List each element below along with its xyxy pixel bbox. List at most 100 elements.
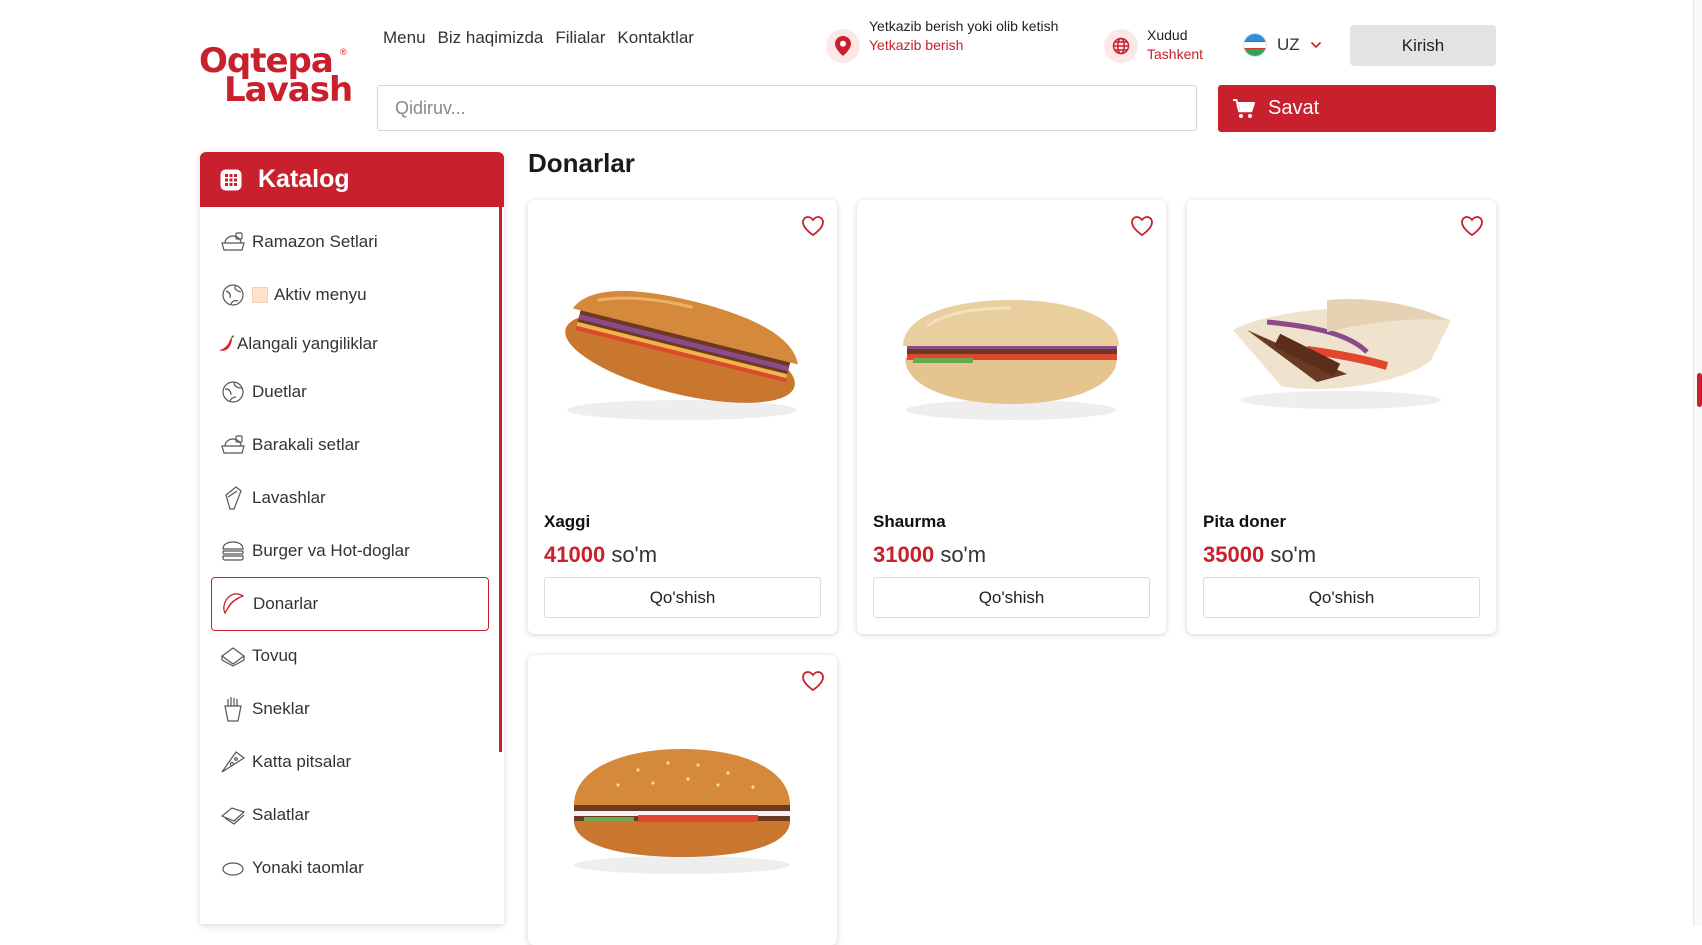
product-card[interactable] xyxy=(528,655,837,945)
page-scrollbar[interactable] xyxy=(1693,0,1702,926)
category-item-katta-pitsalar[interactable]: Katta pitsalar xyxy=(211,735,489,789)
top-navigation: Menu Biz haqimizda Filialar Kontaktlar xyxy=(383,28,694,48)
delivery-value: Yetkazib berish xyxy=(869,37,964,53)
product-name: Pita doner xyxy=(1203,512,1287,531)
heart-icon[interactable] xyxy=(801,670,825,692)
nav-link-about[interactable]: Biz haqimizda xyxy=(438,28,544,48)
nav-link-contacts[interactable]: Kontaktlar xyxy=(617,28,694,48)
pizza-icon xyxy=(220,749,246,775)
delivery-title: Yetkazib berish yoki olib ketish xyxy=(869,18,1059,34)
price-amount: 35000 xyxy=(1203,542,1265,567)
search-input[interactable] xyxy=(377,85,1197,131)
category-item-burger-va-hot-doglar[interactable]: Burger va Hot-doglar xyxy=(211,524,489,578)
category-label: Salatlar xyxy=(252,805,310,824)
set-icon xyxy=(220,432,246,458)
category-label: Duetlar xyxy=(252,382,307,401)
globe-icon[interactable] xyxy=(1104,29,1138,63)
currency: so'm xyxy=(611,542,658,567)
category-item-donarlar[interactable]: Donarlar xyxy=(211,577,489,631)
registered-mark: ® xyxy=(340,47,347,57)
category-item-alangali-yangiliklar[interactable]: Alangali yangiliklar xyxy=(211,317,489,371)
currency: so'm xyxy=(940,542,987,567)
chicken-icon xyxy=(220,643,246,669)
brand-logo-line2: Lavash xyxy=(224,70,353,110)
catalog-title: Katalog xyxy=(258,165,350,193)
catalog-header: Katalog xyxy=(200,152,504,207)
set-icon xyxy=(220,229,246,255)
category-item-duetlar[interactable]: Duetlar xyxy=(211,365,489,419)
chili-pepper-icon xyxy=(217,335,235,353)
shopping-cart-icon xyxy=(1233,98,1255,118)
page-scrollbar-thumb[interactable] xyxy=(1697,373,1702,407)
product-image xyxy=(565,290,798,420)
globe-icon xyxy=(220,282,246,308)
category-label: Lavashlar xyxy=(252,488,326,507)
product-name: Xaggi xyxy=(544,512,591,531)
add-to-cart-button[interactable]: Qo'shish xyxy=(544,577,821,618)
page-title: Donarlar xyxy=(528,148,635,178)
product-card[interactable]: Pita doner 35000 so'm Qo'shish xyxy=(1187,200,1496,634)
category-label: Sneklar xyxy=(252,699,310,718)
product-image xyxy=(903,300,1119,420)
category-label: Ramazon Setlari xyxy=(252,232,378,251)
category-list: Ramazon Setlari Aktiv menyu Alangali yan… xyxy=(200,207,504,924)
lavash-icon xyxy=(220,485,246,511)
region-title: Xudud xyxy=(1147,27,1188,43)
category-item-yonaki-taomlar[interactable]: Yonaki taomlar xyxy=(211,841,489,895)
sidebar-scrollbar[interactable] xyxy=(499,207,502,752)
category-label: Barakali setlar xyxy=(252,435,360,454)
product-price: 41000 so'm xyxy=(544,542,657,568)
category-item-sneklar[interactable]: Sneklar xyxy=(211,682,489,736)
language-selector[interactable]: UZ xyxy=(1243,33,1322,57)
region-value: Tashkent xyxy=(1147,46,1204,62)
burger-icon xyxy=(220,538,246,564)
product-image xyxy=(1233,298,1451,409)
emoji-icon xyxy=(252,287,268,303)
add-to-cart-button[interactable]: Qo'shish xyxy=(1203,577,1480,618)
heart-icon[interactable] xyxy=(801,215,825,237)
price-amount: 41000 xyxy=(544,542,606,567)
category-item-tovuq[interactable]: Tovuq xyxy=(211,629,489,683)
language-code: UZ xyxy=(1277,35,1300,54)
product-card[interactable]: Xaggi 41000 so'm Qo'shish xyxy=(528,200,837,634)
brand-logo[interactable]: Oqtepa ® Lavash xyxy=(199,44,355,110)
add-to-cart-button[interactable]: Qo'shish xyxy=(873,577,1150,618)
product-price: 35000 so'm xyxy=(1203,542,1316,568)
delivery-selector[interactable]: Yetkazib berish yoki olib ketish Yetkazi… xyxy=(869,17,1069,54)
category-label: Katta pitsalar xyxy=(252,752,352,771)
category-item-barakali-setlar[interactable]: Barakali setlar xyxy=(211,418,489,472)
heart-icon[interactable] xyxy=(1460,215,1484,237)
login-button[interactable]: Kirish xyxy=(1350,25,1496,66)
nav-link-branches[interactable]: Filialar xyxy=(555,28,605,48)
chevron-down-icon xyxy=(1310,41,1321,49)
cart-button[interactable]: Savat xyxy=(1218,85,1496,132)
uzbekistan-flag-icon xyxy=(1243,33,1267,57)
category-label: Tovuq xyxy=(252,646,298,665)
category-label: Donarlar xyxy=(253,594,319,613)
region-selector[interactable]: Xudud Tashkent xyxy=(1147,26,1203,64)
catalog-sidebar: Katalog Ramazon Setlari Aktiv menyu Alan… xyxy=(200,152,504,924)
grid-icon xyxy=(220,169,242,190)
nav-link-menu[interactable]: Menu xyxy=(383,28,426,48)
heart-icon[interactable] xyxy=(1130,215,1154,237)
category-item-lavashlar[interactable]: Lavashlar xyxy=(211,471,489,525)
category-label: Aktiv menyu xyxy=(274,285,367,304)
category-label: Burger va Hot-doglar xyxy=(252,541,410,560)
product-image xyxy=(574,749,790,874)
location-pin-icon[interactable] xyxy=(826,29,860,63)
doner-icon xyxy=(221,591,247,617)
category-label: Yonaki taomlar xyxy=(252,858,364,877)
category-item-aktiv-menyu[interactable]: Aktiv menyu xyxy=(211,268,489,322)
price-amount: 31000 xyxy=(873,542,935,567)
product-card[interactable]: Shaurma 31000 so'm Qo'shish xyxy=(857,200,1166,634)
currency: so'm xyxy=(1270,542,1317,567)
product-price: 31000 so'm xyxy=(873,542,986,568)
category-item-ramazon-setlari[interactable]: Ramazon Setlari xyxy=(211,215,489,269)
product-name: Shaurma xyxy=(873,512,946,531)
category-item-salatlar[interactable]: Salatlar xyxy=(211,788,489,842)
cart-label: Savat xyxy=(1268,97,1320,119)
category-label: Alangali yangiliklar xyxy=(237,334,378,353)
salad-icon xyxy=(220,802,246,828)
fries-icon xyxy=(220,696,246,722)
side-dish-icon xyxy=(220,855,246,881)
